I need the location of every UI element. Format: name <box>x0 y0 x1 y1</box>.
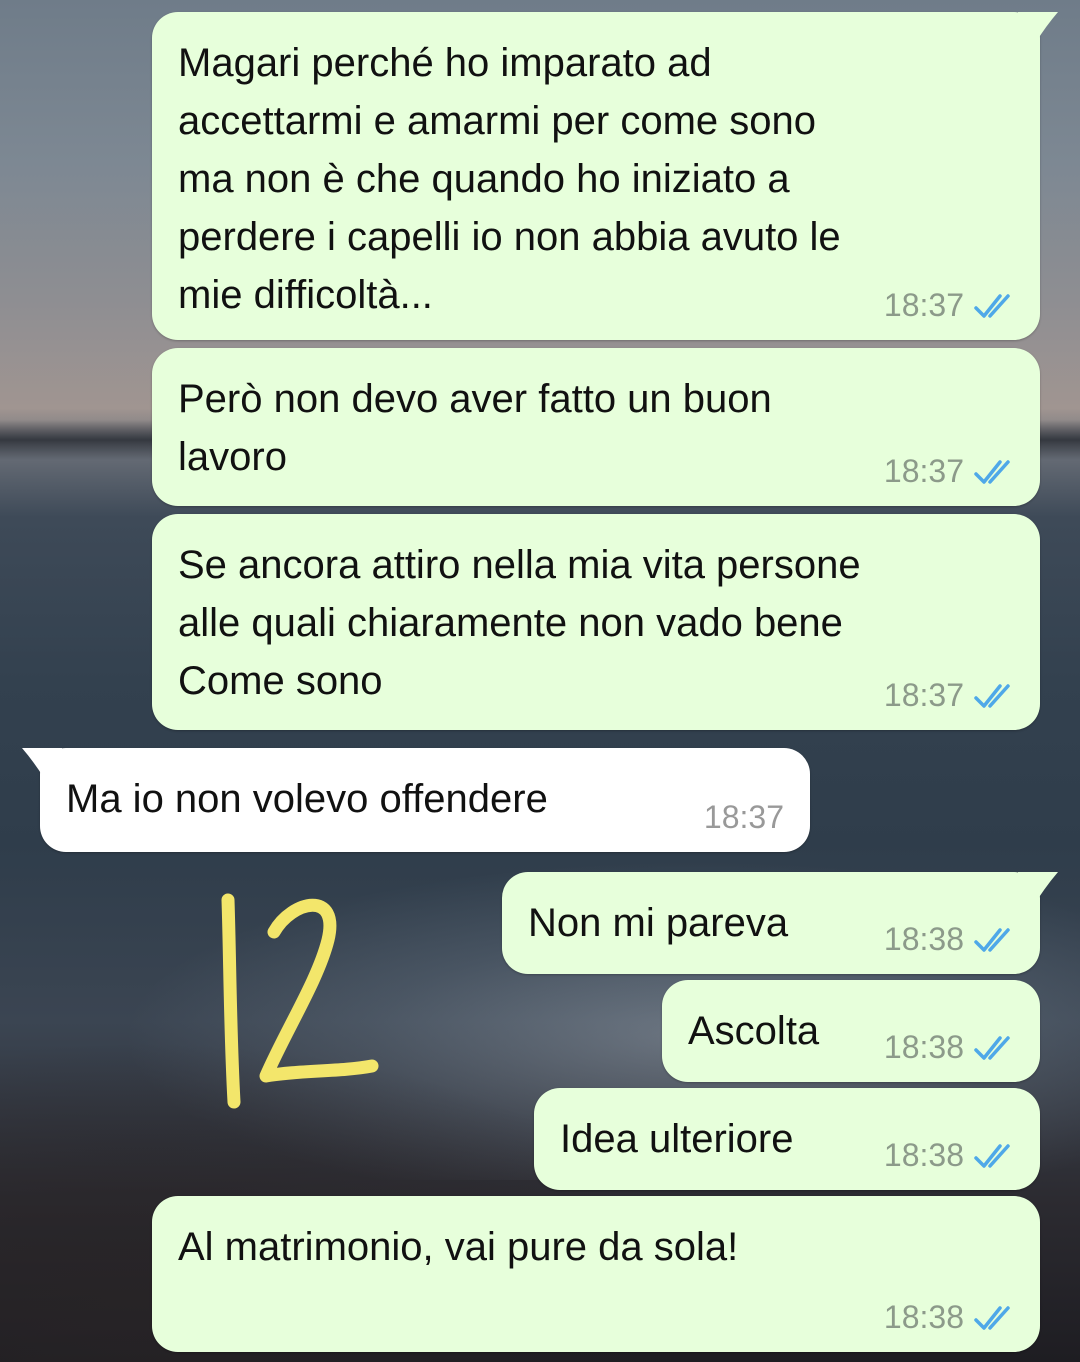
double-check-read-icon <box>974 927 1010 952</box>
message-text: Magari perché ho imparato ad accettarmi … <box>178 41 841 317</box>
message-meta: 18:37 <box>884 453 1018 490</box>
message-time: 18:37 <box>883 453 964 489</box>
message-bubble-outgoing[interactable]: Al matrimonio, vai pure da sola! 18:38 <box>152 1196 1040 1352</box>
bubble-tail <box>1018 872 1058 902</box>
message-time: 18:38 <box>883 1029 964 1065</box>
bubble-tail <box>22 748 62 778</box>
message-meta: 18:37 <box>884 677 1018 714</box>
message-meta: 18:38 <box>884 1137 1018 1174</box>
message-time: 18:38 <box>883 1299 964 1335</box>
message-bubble-outgoing[interactable]: Se ancora attiro nella mia vita persone … <box>152 514 1040 730</box>
message-meta: 18:37 <box>704 799 784 836</box>
message-text: Ma io non volevo offendere <box>66 777 548 821</box>
message-bubble-outgoing[interactable]: Magari perché ho imparato ad accettarmi … <box>152 12 1058 340</box>
message-bubble-outgoing[interactable]: Non mi pareva 18:38 <box>502 872 1058 974</box>
message-meta: 18:38 <box>884 1029 1018 1066</box>
double-check-read-icon <box>974 1035 1010 1060</box>
message-list[interactable]: Magari perché ho imparato ad accettarmi … <box>0 0 1080 1362</box>
message-text: Al matrimonio, vai pure da sola! <box>178 1225 739 1269</box>
message-time: 18:38 <box>883 1137 964 1173</box>
double-check-read-icon <box>974 1305 1010 1330</box>
double-check-read-icon <box>974 683 1010 708</box>
message-time: 18:37 <box>703 799 784 835</box>
message-bubble-outgoing[interactable]: Idea ulteriore 18:38 <box>534 1088 1040 1190</box>
handwritten-annotation-12 <box>221 893 379 1109</box>
message-time: 18:37 <box>883 677 964 713</box>
double-check-read-icon <box>974 293 1010 318</box>
bubble-tail <box>1018 12 1058 42</box>
message-meta: 18:38 <box>884 1299 1018 1336</box>
double-check-read-icon <box>974 1143 1010 1168</box>
message-meta: 18:38 <box>884 921 1018 958</box>
message-bubble-outgoing[interactable]: Ascolta 18:38 <box>662 980 1040 1082</box>
double-check-read-icon <box>974 459 1010 484</box>
message-meta: 18:37 <box>884 287 1018 324</box>
message-bubble-outgoing[interactable]: Però non devo aver fatto un buon lavoro … <box>152 348 1040 506</box>
message-time: 18:37 <box>883 287 964 323</box>
message-bubble-incoming[interactable]: Ma io non volevo offendere 18:37 <box>22 748 810 852</box>
message-time: 18:38 <box>883 921 964 957</box>
